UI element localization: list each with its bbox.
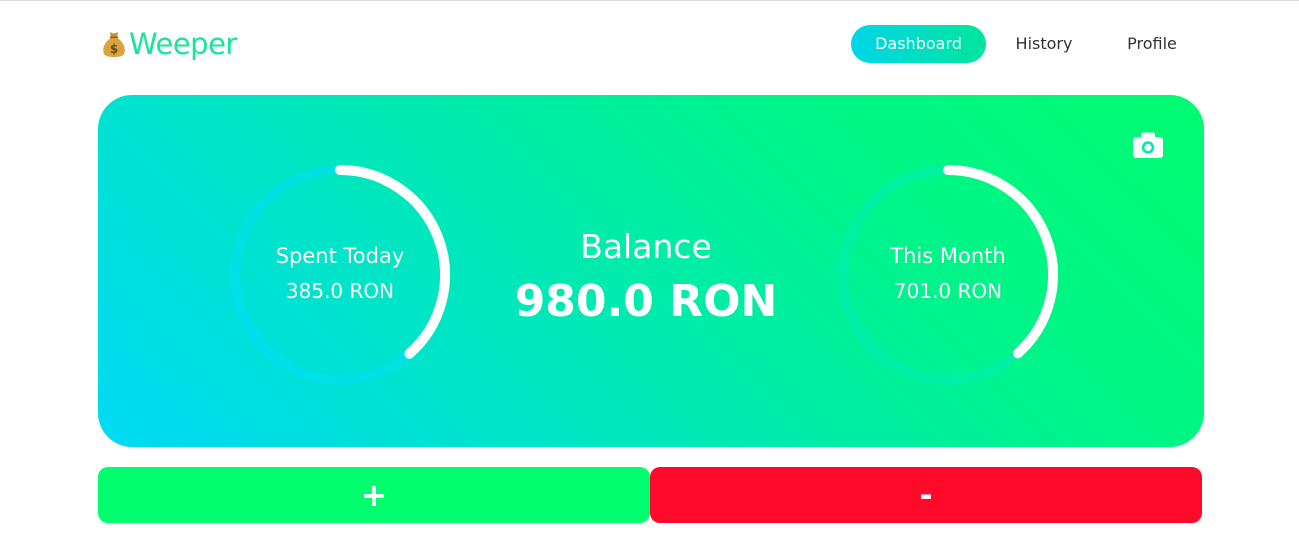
app-name: Weeper — [129, 27, 237, 61]
this-month-label: This Month — [890, 244, 1006, 268]
subtract-expense-button[interactable]: - — [650, 467, 1202, 523]
main-nav: Dashboard History Profile — [851, 25, 1202, 63]
spent-today-label: Spent Today — [275, 244, 405, 268]
spent-today-value: 385.0 RON — [285, 279, 395, 303]
svg-text:$: $ — [110, 42, 118, 56]
this-month-stat: This Month 701.0 RON — [838, 242, 1058, 305]
balance-stat: Balance 980.0 RON — [496, 225, 796, 331]
tab-dashboard[interactable]: Dashboard — [851, 25, 986, 63]
tab-history[interactable]: History — [986, 25, 1102, 63]
money-bag-icon: $ — [103, 32, 125, 57]
balance-value: 980.0 RON — [514, 276, 778, 327]
add-expense-button[interactable]: + — [98, 467, 650, 523]
summary-card: Spent Today 385.0 RON Balance 980.0 RON … — [98, 95, 1204, 447]
tab-profile[interactable]: Profile — [1102, 25, 1202, 63]
this-month-value: 701.0 RON — [893, 279, 1003, 303]
app-logo[interactable]: $ Weeper — [101, 25, 237, 63]
camera-icon[interactable] — [1132, 131, 1164, 161]
balance-label: Balance — [580, 227, 712, 266]
spent-today-stat: Spent Today 385.0 RON — [230, 242, 450, 305]
